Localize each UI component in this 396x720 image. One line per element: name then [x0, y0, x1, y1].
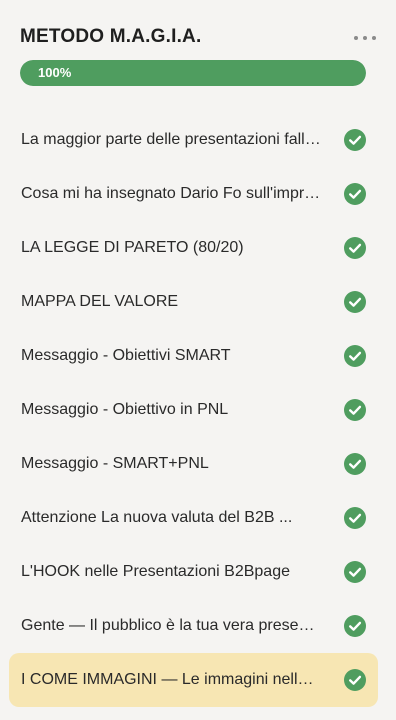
lesson-title: Messaggio - SMART+PNL: [21, 455, 209, 472]
lesson-title: MAPPA DEL VALORE: [21, 293, 179, 310]
course-header: METODO M.A.G.I.A.: [20, 24, 376, 52]
lesson-title: Messaggio - Obiettivo in PNL: [21, 401, 229, 418]
progress-percentage: 100%: [38, 65, 72, 80]
lesson-title: La maggior parte delle presentazioni fal…: [21, 131, 322, 148]
lesson-title: Gente — Il pubblico è la tua vera presen…: [21, 617, 322, 634]
course-progress-bar: 100%: [20, 60, 366, 86]
check-circle-icon: [344, 507, 366, 529]
lesson-item[interactable]: Messaggio - SMART+PNL: [9, 437, 378, 491]
lesson-title: LA LEGGE DI PARETO (80/20): [21, 239, 244, 256]
lesson-item-active[interactable]: I COME IMMAGINI — Le immagini nelle pres…: [9, 653, 378, 707]
check-circle-icon: [344, 615, 366, 637]
check-circle-icon: [344, 345, 366, 367]
check-circle-icon: [344, 237, 366, 259]
more-dot: [363, 36, 367, 40]
lesson-item[interactable]: Gente — Il pubblico è la tua vera presen…: [9, 599, 378, 653]
lesson-title: Attenzione La nuova valuta del B2B ...: [21, 509, 293, 526]
lesson-title: L'HOOK nelle Presentazioni B2Bpage: [21, 563, 290, 580]
course-title: METODO M.A.G.I.A.: [20, 26, 202, 47]
check-circle-icon: [344, 561, 366, 583]
lesson-title: Cosa mi ha insegnato Dario Fo sull'impro…: [21, 185, 322, 202]
check-circle-icon: [344, 183, 366, 205]
lesson-title: I COME IMMAGINI — Le immagini nelle pres…: [21, 671, 322, 688]
lesson-item[interactable]: MAPPA DEL VALORE: [9, 275, 378, 329]
check-circle-icon: [344, 669, 366, 691]
more-dot: [372, 36, 376, 40]
lesson-item[interactable]: La maggior parte delle presentazioni fal…: [9, 113, 378, 167]
lesson-item[interactable]: L'HOOK nelle Presentazioni B2Bpage: [9, 545, 378, 599]
lesson-item[interactable]: Cosa mi ha insegnato Dario Fo sull'impro…: [9, 167, 378, 221]
more-options-icon[interactable]: [354, 28, 376, 48]
progress-fill: [20, 60, 366, 86]
lesson-item[interactable]: Messaggio - Obiettivi SMART: [9, 329, 378, 383]
check-circle-icon: [344, 453, 366, 475]
more-dot: [354, 36, 358, 40]
lesson-item[interactable]: LA LEGGE DI PARETO (80/20): [9, 221, 378, 275]
check-circle-icon: [344, 399, 366, 421]
lesson-item[interactable]: Messaggio - Obiettivo in PNL: [9, 383, 378, 437]
check-circle-icon: [344, 291, 366, 313]
lesson-list: La maggior parte delle presentazioni fal…: [9, 113, 378, 707]
lesson-item[interactable]: Attenzione La nuova valuta del B2B ...: [9, 491, 378, 545]
lesson-title: Messaggio - Obiettivi SMART: [21, 347, 231, 364]
check-circle-icon: [344, 129, 366, 151]
